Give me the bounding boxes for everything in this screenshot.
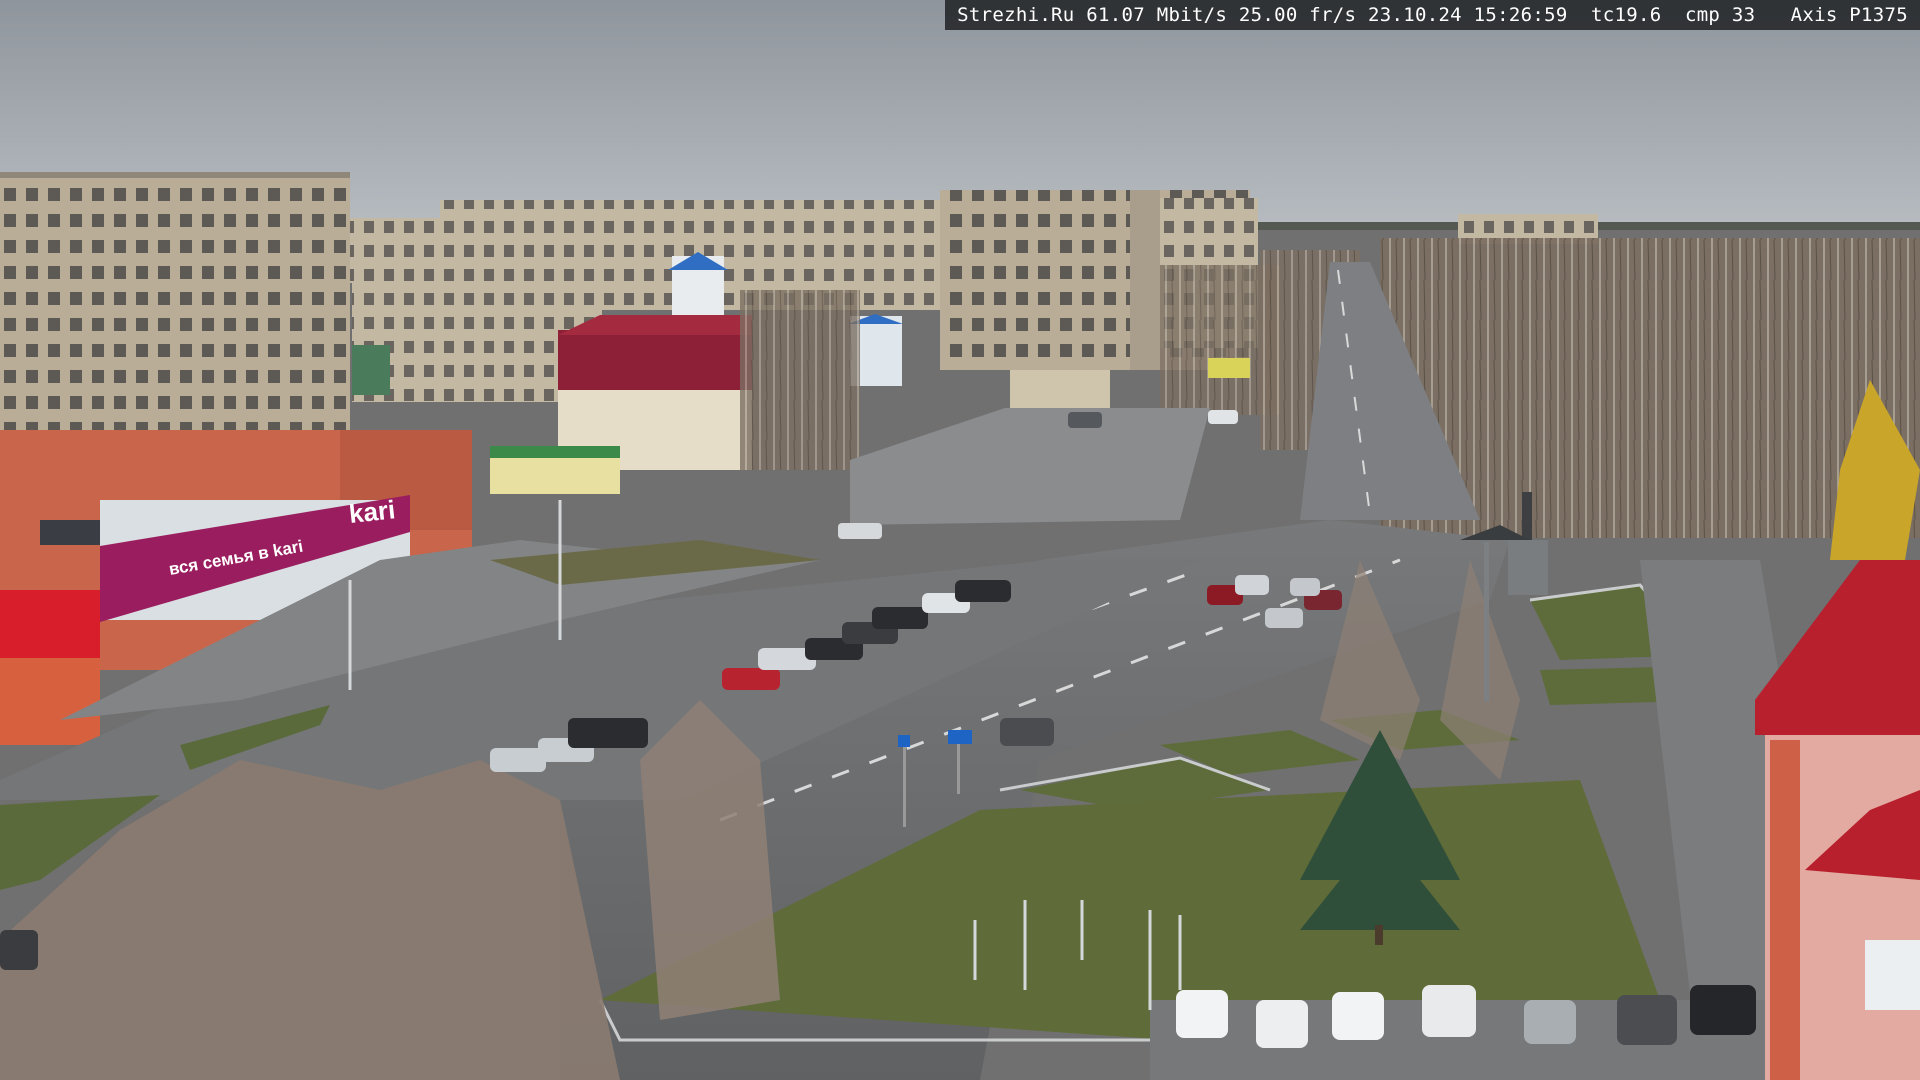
camera-info-overlay: Strezhi.Ru 61.07 Mbit/s 25.00 fr/s 23.10…	[945, 0, 1920, 30]
store-brand-sign: kari	[347, 494, 396, 529]
street-scene: kari вся семья в kari	[0, 0, 1920, 1080]
webcam-frame: kari вся семья в kari Strezhi.Ru 61.07 M…	[0, 0, 1920, 1080]
